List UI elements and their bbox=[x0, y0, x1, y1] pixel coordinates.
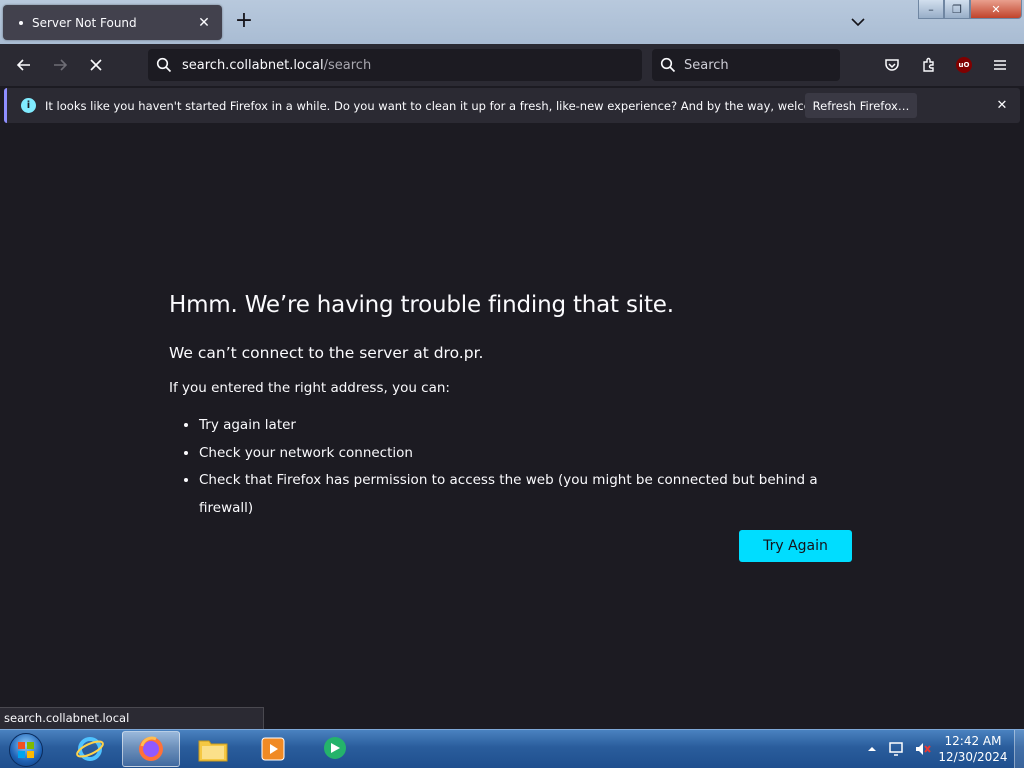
stop-button[interactable] bbox=[83, 52, 109, 78]
forward-button[interactable] bbox=[47, 52, 73, 78]
internet-explorer-taskbar-button[interactable] bbox=[61, 731, 119, 767]
refresh-notification-bar: i It looks like you haven't started Fire… bbox=[4, 88, 1020, 123]
tab-close-icon[interactable]: ✕ bbox=[196, 15, 212, 31]
folder-icon bbox=[198, 740, 228, 762]
page-content: Hmm. We’re having trouble finding that s… bbox=[0, 126, 1024, 729]
file-explorer-taskbar-button[interactable] bbox=[184, 731, 242, 767]
media-player-icon bbox=[261, 737, 285, 761]
search-placeholder: Search bbox=[684, 57, 729, 73]
url-bar[interactable]: search.collabnet.local/search bbox=[148, 49, 642, 81]
suggestion-item: Check that Firefox has permission to acc… bbox=[199, 467, 869, 522]
error-title: Hmm. We’re having trouble finding that s… bbox=[169, 292, 674, 318]
info-icon: i bbox=[21, 98, 36, 113]
show-desktop-button[interactable] bbox=[1014, 730, 1024, 768]
tab-title: Server Not Found bbox=[32, 15, 137, 30]
list-all-tabs-icon[interactable] bbox=[848, 12, 868, 32]
url-text: search.collabnet.local/search bbox=[182, 58, 371, 73]
suggestion-item: Try again later bbox=[199, 412, 869, 440]
window-controls: – ❐ ✕ bbox=[918, 0, 1022, 19]
status-bar: search.collabnet.local bbox=[0, 707, 264, 729]
remote-app-taskbar-button[interactable] bbox=[306, 731, 364, 767]
maximize-button[interactable]: ❐ bbox=[944, 0, 970, 19]
extensions-puzzle-icon[interactable] bbox=[917, 53, 941, 77]
suggestion-list: Try again later Check your network conne… bbox=[169, 412, 869, 522]
notification-close-icon[interactable]: ✕ bbox=[993, 97, 1011, 115]
navigation-toolbar: search.collabnet.local/search Search uO bbox=[0, 44, 1024, 86]
tab-server-not-found[interactable]: Server Not Found ✕ bbox=[3, 5, 222, 40]
hamburger-menu-icon[interactable] bbox=[988, 53, 1012, 77]
firefox-taskbar-button[interactable] bbox=[122, 731, 180, 767]
chat-bubble-icon bbox=[324, 737, 346, 759]
firefox-icon bbox=[139, 736, 163, 761]
suggestion-item: Check your network connection bbox=[199, 440, 869, 468]
internet-explorer-icon bbox=[76, 737, 104, 761]
close-window-button[interactable]: ✕ bbox=[970, 0, 1022, 19]
try-again-button[interactable]: Try Again bbox=[739, 530, 852, 562]
stop-x-icon bbox=[90, 59, 102, 71]
clock-time: 12:42 AM bbox=[944, 734, 1002, 748]
search-bar[interactable]: Search bbox=[652, 49, 840, 81]
taskbar: 12:42 AM 12/30/2024 bbox=[0, 729, 1024, 768]
volume-muted-icon[interactable] bbox=[914, 741, 932, 757]
error-container: Hmm. We’re having trouble finding that s… bbox=[169, 292, 869, 522]
taskbar-clock[interactable]: 12:42 AM 12/30/2024 bbox=[936, 733, 1010, 765]
media-player-taskbar-button[interactable] bbox=[244, 731, 302, 767]
notification-message: It looks like you haven't started Firefo… bbox=[45, 98, 865, 113]
new-tab-button[interactable]: + bbox=[233, 10, 255, 34]
refresh-firefox-button[interactable]: Refresh Firefox… bbox=[805, 93, 917, 118]
show-hidden-icons-icon[interactable] bbox=[866, 743, 878, 755]
windows-logo-icon bbox=[9, 732, 43, 767]
search-icon bbox=[660, 57, 676, 73]
minimize-button[interactable]: – bbox=[918, 0, 944, 19]
forward-arrow-icon bbox=[54, 59, 68, 71]
tab-strip: Server Not Found ✕ + – ❐ ✕ bbox=[0, 0, 1024, 44]
pocket-icon[interactable] bbox=[880, 53, 904, 77]
back-arrow-icon bbox=[16, 59, 30, 71]
system-tray bbox=[866, 730, 932, 768]
clock-date: 12/30/2024 bbox=[938, 750, 1008, 764]
ublock-origin-icon[interactable]: uO bbox=[952, 53, 976, 77]
network-icon[interactable] bbox=[888, 741, 906, 757]
url-path: /search bbox=[323, 57, 372, 73]
search-icon bbox=[156, 57, 172, 73]
ublock-badge: uO bbox=[956, 57, 972, 73]
loading-dot-icon bbox=[19, 20, 23, 25]
url-host: search.collabnet.local bbox=[182, 57, 324, 73]
error-subtitle: We can’t connect to the server at dro.pr… bbox=[169, 344, 484, 362]
back-button[interactable] bbox=[11, 52, 37, 78]
start-button[interactable] bbox=[6, 731, 46, 768]
error-lead: If you entered the right address, you ca… bbox=[169, 380, 450, 396]
